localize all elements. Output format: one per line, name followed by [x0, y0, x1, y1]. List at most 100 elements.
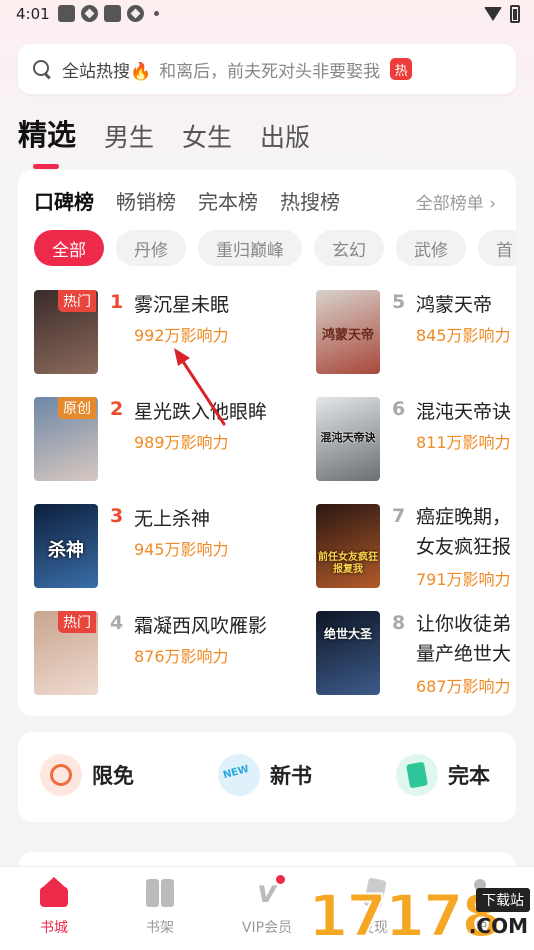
more-notifications-icon [154, 11, 159, 16]
rank-tab-bestseller[interactable]: 畅销榜 [116, 186, 176, 215]
search-hot-label: 全站热搜🔥 [62, 61, 152, 82]
book-cover: 鸿蒙天帝 [316, 290, 380, 374]
tab-publish[interactable]: 出版 [260, 118, 310, 154]
wifi-icon [484, 7, 502, 21]
status-bar: 4:01 [0, 0, 534, 30]
rank-number: 6 [392, 398, 406, 420]
search-bar[interactable]: 全站热搜🔥 和离后，前夫死对头非要娶我 热 [18, 44, 516, 94]
book-cover: 热门 [34, 290, 98, 374]
book-influence: 992万影响力 [134, 326, 229, 345]
nav-bookshelf[interactable]: 书架 [120, 877, 200, 937]
book-item[interactable]: 杀神 3 无上杀神 945万影响力 [34, 504, 274, 590]
book-cover: 绝世大圣 [316, 611, 380, 695]
quick-entry-new[interactable]: 新书 [218, 754, 312, 796]
book-item[interactable]: 绝世大圣 8 让你收徒弟量产绝世大 687万影响力 [316, 611, 516, 697]
battery-icon [510, 5, 520, 23]
nav-bookstore[interactable]: 书城 [14, 877, 94, 937]
book-item[interactable]: 热门 1 雾沉星未眠 992万影响力 [34, 290, 274, 376]
rank-number: 1 [110, 291, 124, 313]
tab-featured[interactable]: 精选 [18, 112, 76, 169]
ranking-tabs: 口碑榜 畅销榜 完本榜 热搜榜 [34, 186, 340, 215]
book-cover: 原创 [34, 397, 98, 481]
cover-tag: 热门 [58, 290, 96, 312]
cover-title: 前任女友疯狂报复我 [318, 552, 378, 575]
book-influence: 791万影响力 [416, 570, 511, 589]
genre-chip[interactable]: 重归巅峰 [198, 230, 302, 266]
book-title: 星光跌入他眼眸 [134, 401, 268, 423]
rank-number: 8 [392, 612, 406, 634]
book-influence: 945万影响力 [134, 540, 229, 559]
quick-entry-completed[interactable]: 完本 [396, 754, 490, 796]
store-icon [38, 877, 70, 909]
book-cover: 混沌天帝诀 [316, 397, 380, 481]
ranking-card: 口碑榜 畅销榜 完本榜 热搜榜 全部榜单 › 全部 丹修 重归巅峰 玄幻 武修 … [18, 170, 516, 716]
rank-number: 4 [110, 612, 124, 634]
all-lists-link[interactable]: 全部榜单 › [416, 189, 496, 214]
book-item[interactable]: 鸿蒙天帝 5 鸿蒙天帝 845万影响力 [316, 290, 516, 376]
quick-entry-free[interactable]: 限免 [40, 754, 134, 796]
nav-label: VIP会员 [241, 920, 293, 936]
book-item[interactable]: 原创 2 星光跌入他眼眸 989万影响力 [34, 397, 274, 483]
rank-number: 2 [110, 398, 124, 420]
cover-title: 鸿蒙天帝 [321, 328, 374, 343]
quick-entry-label: 限免 [92, 764, 134, 788]
quick-entry-label: 完本 [448, 764, 490, 788]
watermark-logo: 17178 下载站 .COM [307, 880, 534, 950]
watermark-domain: .COM [468, 914, 528, 938]
book-title: 混沌天帝诀 [416, 401, 512, 423]
tab-male[interactable]: 男生 [104, 118, 154, 154]
nav-vip[interactable]: v VIP会员 [227, 875, 307, 937]
book-influence: 989万影响力 [134, 433, 229, 452]
rank-number: 7 [392, 505, 406, 527]
book-title: 癌症晚期，女友疯狂报 [416, 506, 512, 558]
book-cover: 前任女友疯狂报复我 [316, 504, 380, 588]
search-icon [32, 59, 52, 79]
vip-icon: v [251, 875, 285, 909]
genre-filter: 全部 丹修 重归巅峰 玄幻 武修 首 [34, 230, 516, 266]
book-influence: 687万影响力 [416, 677, 511, 696]
quick-entry-card: 限免 新书 完本 [18, 732, 516, 822]
watermark-site: 下载站 [476, 888, 530, 912]
book-title: 雾沉星未眠 [134, 294, 230, 316]
genre-chip[interactable]: 全部 [34, 230, 104, 266]
rank-tab-reputation[interactable]: 口碑榜 [34, 186, 94, 215]
book-influence: 845万影响力 [416, 326, 511, 345]
genre-chip[interactable]: 武修 [396, 230, 466, 266]
rank-tab-completed[interactable]: 完本榜 [198, 186, 258, 215]
book-item[interactable]: 混沌天帝诀 6 混沌天帝诀 811万影响力 [316, 397, 516, 483]
cover-tag: 热门 [58, 611, 96, 633]
tab-female[interactable]: 女生 [182, 118, 232, 154]
channel-tabs: 精选 男生 女生 出版 [18, 112, 310, 169]
book-title: 霜凝西风吹雁影 [134, 615, 268, 637]
notification-icons [58, 5, 159, 22]
quick-entry-label: 新书 [270, 764, 312, 788]
system-icons [484, 5, 520, 23]
app-notification-icon [81, 5, 98, 22]
nav-label: 书城 [40, 920, 68, 936]
genre-chip[interactable]: 首 [478, 230, 516, 266]
stopwatch-icon [40, 754, 82, 796]
new-badge-icon [218, 754, 260, 796]
rank-tab-hot-search[interactable]: 热搜榜 [280, 186, 340, 215]
book-icon [396, 754, 438, 796]
app-notification-icon [127, 5, 144, 22]
rank-number: 3 [110, 505, 124, 527]
book-cover: 杀神 [34, 504, 98, 588]
book-title: 鸿蒙天帝 [416, 294, 493, 316]
book-item[interactable]: 前任女友疯狂报复我 7 癌症晚期，女友疯狂报 791万影响力 [316, 504, 516, 590]
book-item[interactable]: 热门 4 霜凝西风吹雁影 876万影响力 [34, 611, 274, 697]
book-cover: 热门 [34, 611, 98, 695]
cover-title: 杀神 [48, 540, 84, 561]
bookshelf-icon [144, 877, 176, 909]
app-notification-icon [58, 5, 75, 22]
cover-tag: 原创 [58, 397, 96, 419]
cover-title: 绝世大圣 [323, 627, 372, 641]
genre-chip[interactable]: 丹修 [116, 230, 186, 266]
rank-number: 5 [392, 291, 406, 313]
search-suggestion: 和离后，前夫死对头非要娶我 [159, 61, 381, 82]
book-title: 让你收徒弟量产绝世大 [416, 613, 512, 665]
book-title: 无上杀神 [134, 508, 211, 530]
app-notification-icon [104, 5, 121, 22]
notification-dot [276, 875, 285, 884]
genre-chip[interactable]: 玄幻 [314, 230, 384, 266]
